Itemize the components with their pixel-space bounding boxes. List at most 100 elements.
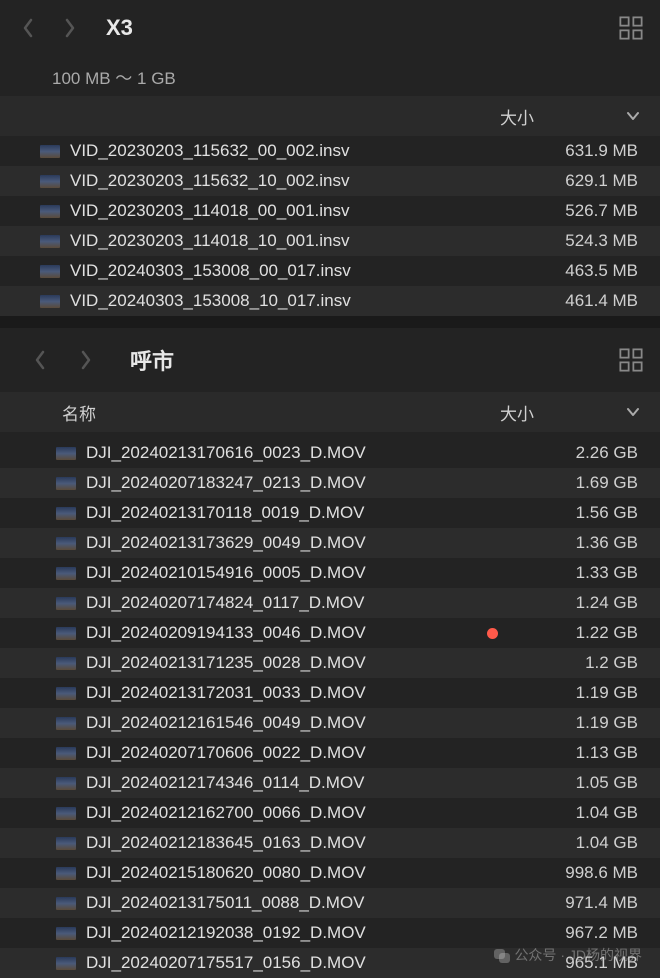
file-size: 1.36 GB [528, 533, 638, 553]
chevron-left-icon [21, 17, 35, 39]
file-name: DJI_20240213173629_0049_D.MOV [86, 533, 528, 553]
file-size: 461.4 MB [528, 291, 638, 311]
file-size: 965.1 MB [528, 953, 638, 973]
file-thumbnail-icon [56, 687, 76, 700]
sort-dropdown[interactable] [626, 106, 640, 126]
chevron-down-icon [626, 111, 640, 121]
file-row[interactable]: DJI_20240213173629_0049_D.MOV1.36 GB [0, 528, 660, 558]
file-name: VID_20230203_115632_10_002.insv [70, 171, 528, 191]
file-thumbnail-icon [56, 657, 76, 670]
file-row[interactable]: DJI_20240213170118_0019_D.MOV1.56 GB [0, 498, 660, 528]
column-header-row: 大小 [0, 96, 660, 136]
column-size-label: 大小 [500, 104, 534, 129]
file-thumbnail-icon [56, 837, 76, 850]
column-size-header[interactable]: 大小 [500, 400, 640, 425]
file-size: 998.6 MB [528, 863, 638, 883]
chevron-left-icon [33, 349, 47, 371]
toolbar: X3 [0, 0, 660, 56]
file-row[interactable]: VID_20240303_153008_00_017.insv463.5 MB [0, 256, 660, 286]
file-name: VID_20230203_114018_10_001.insv [70, 231, 528, 251]
file-row[interactable]: DJI_20240212162700_0066_D.MOV1.04 GB [0, 798, 660, 828]
file-size: 1.2 GB [528, 653, 638, 673]
grid-icon [618, 15, 644, 41]
file-row[interactable]: DJI_20240207174824_0117_D.MOV1.24 GB [0, 588, 660, 618]
file-row[interactable]: DJI_20240215180620_0080_D.MOV998.6 MB [0, 858, 660, 888]
file-thumbnail-icon [56, 807, 76, 820]
file-thumbnail-icon [40, 295, 60, 308]
file-row[interactable]: DJI_20240213171235_0028_D.MOV1.2 GB [0, 648, 660, 678]
file-row[interactable]: DJI_20240207170606_0022_D.MOV1.13 GB [0, 738, 660, 768]
file-row[interactable]: DJI_20240212183645_0163_D.MOV1.04 GB [0, 828, 660, 858]
file-name: DJI_20240212161546_0049_D.MOV [86, 713, 528, 733]
column-header-row: 名称 大小 [0, 392, 660, 432]
column-name-header[interactable]: 名称 [62, 400, 500, 425]
file-size: 1.13 GB [528, 743, 638, 763]
file-name: DJI_20240215180620_0080_D.MOV [86, 863, 528, 883]
file-size: 526.7 MB [528, 201, 638, 221]
file-thumbnail-icon [56, 477, 76, 490]
file-thumbnail-icon [56, 897, 76, 910]
file-size: 1.22 GB [528, 623, 638, 643]
file-row[interactable]: DJI_20240213172031_0033_D.MOV1.19 GB [0, 678, 660, 708]
file-thumbnail-icon [56, 777, 76, 790]
file-name: DJI_20240207175517_0156_D.MOV [86, 953, 528, 973]
file-row[interactable]: VID_20240303_153008_10_017.insv461.4 MB [0, 286, 660, 316]
folder-title: 呼市 [130, 344, 618, 376]
file-row[interactable]: DJI_20240207183247_0213_D.MOV1.69 GB [0, 468, 660, 498]
file-size: 1.19 GB [528, 683, 638, 703]
sort-dropdown[interactable] [626, 402, 640, 422]
nav-back-button[interactable] [16, 16, 40, 40]
nav-forward-button[interactable] [74, 348, 98, 372]
file-row[interactable]: DJI_20240209194133_0046_D.MOV1.22 GB [0, 618, 660, 648]
file-size: 1.04 GB [528, 833, 638, 853]
file-row[interactable]: VID_20230203_115632_00_002.insv631.9 MB [0, 136, 660, 166]
filter-bar: 100 MB ～ 1 GB [0, 56, 660, 96]
file-size: 967.2 MB [528, 923, 638, 943]
file-row[interactable]: DJI_20240213175011_0088_D.MOV971.4 MB [0, 888, 660, 918]
file-name: DJI_20240207174824_0117_D.MOV [86, 593, 528, 613]
file-row[interactable]: DJI_20240212192038_0192_D.MOV967.2 MB [0, 918, 660, 948]
file-size: 1.19 GB [528, 713, 638, 733]
grid-icon [618, 347, 644, 373]
file-name: VID_20230203_115632_00_002.insv [70, 141, 528, 161]
file-size: 524.3 MB [528, 231, 638, 251]
file-size: 1.69 GB [528, 473, 638, 493]
file-size: 1.05 GB [528, 773, 638, 793]
file-name: DJI_20240213170616_0023_D.MOV [86, 443, 528, 463]
file-name: VID_20240303_153008_00_017.insv [70, 261, 528, 281]
file-size: 629.1 MB [528, 171, 638, 191]
view-mode-button[interactable] [618, 347, 644, 373]
file-name: VID_20240303_153008_10_017.insv [70, 291, 528, 311]
file-name: DJI_20240207183247_0213_D.MOV [86, 473, 528, 493]
tag-dot-icon [487, 628, 498, 639]
file-size: 1.56 GB [528, 503, 638, 523]
chevron-right-icon [79, 349, 93, 371]
file-name: DJI_20240212183645_0163_D.MOV [86, 833, 528, 853]
file-thumbnail-icon [56, 627, 76, 640]
file-row[interactable]: DJI_20240210154916_0005_D.MOV1.33 GB [0, 558, 660, 588]
file-row[interactable]: VID_20230203_114018_10_001.insv524.3 MB [0, 226, 660, 256]
file-thumbnail-icon [40, 265, 60, 278]
file-row[interactable]: VID_20230203_114018_00_001.insv526.7 MB [0, 196, 660, 226]
file-row[interactable]: DJI_20240212161546_0049_D.MOV1.19 GB [0, 708, 660, 738]
file-name: DJI_20240212174346_0114_D.MOV [86, 773, 528, 793]
chevron-right-icon [63, 17, 77, 39]
nav-back-button[interactable] [28, 348, 52, 372]
view-mode-button[interactable] [618, 15, 644, 41]
column-size-label: 大小 [500, 400, 534, 425]
file-name: VID_20230203_114018_00_001.insv [70, 201, 528, 221]
file-name: DJI_20240207170606_0022_D.MOV [86, 743, 528, 763]
file-row[interactable]: DJI_20240212174346_0114_D.MOV1.05 GB [0, 768, 660, 798]
file-name: DJI_20240212162700_0066_D.MOV [86, 803, 528, 823]
file-row[interactable]: VID_20230203_115632_10_002.insv629.1 MB [0, 166, 660, 196]
file-row[interactable]: DJI_20240207175517_0156_D.MOV965.1 MB [0, 948, 660, 978]
file-row[interactable]: DJI_20240213170616_0023_D.MOV2.26 GB [0, 438, 660, 468]
column-size-header[interactable]: 大小 [500, 104, 640, 129]
file-thumbnail-icon [56, 537, 76, 550]
file-thumbnail-icon [40, 145, 60, 158]
file-name: DJI_20240212192038_0192_D.MOV [86, 923, 528, 943]
file-thumbnail-icon [56, 507, 76, 520]
nav-forward-button[interactable] [58, 16, 82, 40]
file-size: 971.4 MB [528, 893, 638, 913]
chevron-down-icon [626, 407, 640, 417]
